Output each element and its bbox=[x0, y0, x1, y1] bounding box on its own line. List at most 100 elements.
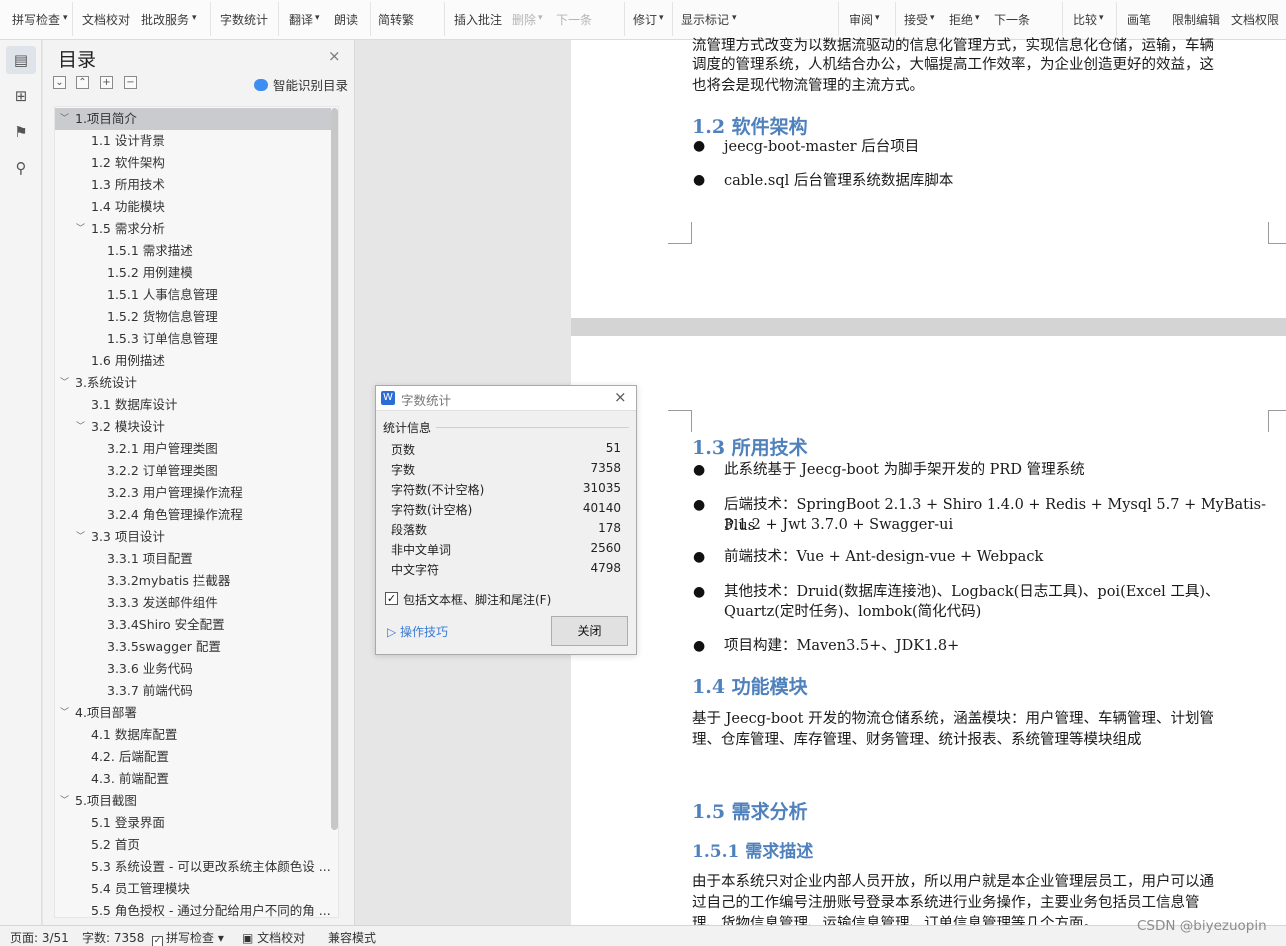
toc-item[interactable]: 4.3. 前端配置 bbox=[55, 768, 331, 790]
bookmark-icon[interactable]: ⚑ bbox=[6, 118, 36, 146]
spell-check-label: 拼写检查 bbox=[166, 931, 215, 945]
crop-mark bbox=[668, 222, 692, 244]
chevron-down-icon[interactable]: ﹀ bbox=[76, 416, 85, 438]
chevron-down-icon[interactable]: ﹀ bbox=[76, 526, 85, 548]
stat-value: 2560 bbox=[590, 541, 621, 555]
include-textbox-checkbox[interactable]: ✓ bbox=[385, 592, 398, 605]
chevron-down-icon[interactable]: ﹀ bbox=[76, 218, 85, 240]
checkbox-icon: ✓ bbox=[152, 936, 163, 946]
close-button[interactable]: 关闭 bbox=[551, 616, 628, 646]
toc-item-label: 1.5.3 订单信息管理 bbox=[107, 331, 218, 346]
toc-item[interactable]: 3.3.4Shiro 安全配置 bbox=[55, 614, 331, 636]
toc-item[interactable]: 3.3.2mybatis 拦截器 bbox=[55, 570, 331, 592]
toc-item[interactable]: 5.2 首页 bbox=[55, 834, 331, 856]
toolbar-separator bbox=[72, 2, 73, 36]
remove-heading-icon[interactable]: − bbox=[124, 76, 137, 89]
toc-item[interactable]: ﹀ 1.项目简介 bbox=[55, 108, 331, 130]
chevron-down-icon: ▾ bbox=[732, 13, 737, 23]
tips-link[interactable]: ▷ 操作技巧 bbox=[387, 623, 448, 640]
stat-row: 中文字符 4798 bbox=[391, 559, 621, 579]
toc-item[interactable]: 1.5.1 需求描述 bbox=[55, 240, 331, 262]
toc-item[interactable]: 1.5.3 订单信息管理 bbox=[55, 328, 331, 350]
toc-item[interactable]: 4.1 数据库配置 bbox=[55, 724, 331, 746]
toc-item[interactable]: ﹀ 3.3 项目设计 bbox=[55, 526, 331, 548]
toc-item[interactable]: 1.5.2 用例建模 bbox=[55, 262, 331, 284]
toc-item[interactable]: 3.2.4 角色管理操作流程 bbox=[55, 504, 331, 526]
chevron-down-icon[interactable]: ﹀ bbox=[60, 372, 69, 394]
toolbar-button-label: 插入批注 bbox=[454, 13, 503, 27]
toolbar-button-label: 文档校对 bbox=[82, 13, 131, 27]
heading-1-5-1: 1.5.1 需求描述 bbox=[692, 842, 814, 862]
toc-item[interactable]: 5.5 角色授权 - 通过分配给用户不同的角 ... bbox=[55, 900, 331, 917]
close-icon[interactable]: × bbox=[328, 47, 341, 65]
word-count-indicator[interactable]: 字数: 7358 bbox=[82, 929, 144, 946]
search-icon[interactable]: ⚲ bbox=[6, 154, 36, 182]
toolbar-separator bbox=[1062, 2, 1063, 36]
toc-item-label: 3.3.2mybatis 拦截器 bbox=[107, 573, 231, 588]
spell-check-toggle[interactable]: ✓ 拼写检查 ▾ bbox=[152, 929, 224, 946]
proofread-button[interactable]: ▣ 文档校对 bbox=[242, 929, 305, 946]
review-toolbar: 拼写检查 ▾ 文档校对 批改服务 ▾ 字数统计 翻译 ▾ 朗读 简转繁 插入批注 删除 ▾ 下一条 修订 ▾ 显… bbox=[0, 0, 1286, 40]
expand-all-icon[interactable]: ⌃ bbox=[76, 76, 89, 89]
page-indicator[interactable]: 页面: 3/51 bbox=[10, 929, 69, 946]
collapse-all-icon[interactable]: ⌄ bbox=[53, 76, 66, 89]
toc-item-label: 1.5.2 货物信息管理 bbox=[107, 309, 218, 324]
paragraph-line: 也将会是现代物流管理的主流方式。 bbox=[692, 78, 924, 94]
toc-item[interactable]: 1.5.1 人事信息管理 bbox=[55, 284, 331, 306]
chevron-down-icon[interactable]: ﹀ bbox=[60, 108, 69, 130]
paragraph-line: 基于 Jeecg-boot 开发的物流仓储系统，涵盖模块：用户管理、车辆管理、计… bbox=[692, 711, 1215, 727]
toc-item[interactable]: 1.6 用例描述 bbox=[55, 350, 331, 372]
toc-item-label: 1.1 设计背景 bbox=[91, 133, 165, 148]
toolbar-button-label: 限制编辑 bbox=[1172, 13, 1221, 27]
include-textbox-label[interactable]: 包括文本框、脚注和尾注(F) bbox=[403, 591, 551, 608]
wps-writer-icon: W bbox=[381, 391, 395, 405]
toc-item[interactable]: 3.3.6 业务代码 bbox=[55, 658, 331, 680]
toc-item[interactable]: ﹀ 1.5 需求分析 bbox=[55, 218, 331, 240]
toc-item[interactable]: 5.3 系统设置 - 可以更改系统主体颜色设 ... bbox=[55, 856, 331, 878]
add-heading-icon[interactable]: + bbox=[100, 76, 113, 89]
toolbar-button-label: 简转繁 bbox=[378, 13, 415, 27]
chevron-down-icon[interactable]: ﹀ bbox=[60, 702, 69, 724]
chevron-down-icon[interactable]: ﹀ bbox=[60, 790, 69, 812]
toc-item[interactable]: 3.3.7 前端代码 bbox=[55, 680, 331, 702]
toc-item-label: 1.4 功能模块 bbox=[91, 199, 165, 214]
robot-icon bbox=[254, 79, 268, 91]
toc-item-label: 1.项目简介 bbox=[75, 111, 137, 126]
toc-item[interactable]: 4.2. 后端配置 bbox=[55, 746, 331, 768]
toc-item[interactable]: 3.1 数据库设计 bbox=[55, 394, 331, 416]
toolbar-separator bbox=[672, 2, 673, 36]
toc-item[interactable]: ﹀ 3.系统设计 bbox=[55, 372, 331, 394]
toc-item[interactable]: 1.1 设计背景 bbox=[55, 130, 331, 152]
toc-item[interactable]: 3.3.5swagger 配置 bbox=[55, 636, 331, 658]
toc-item[interactable]: 1.2 软件架构 bbox=[55, 152, 331, 174]
toc-item[interactable]: 3.2.2 订单管理类图 bbox=[55, 460, 331, 482]
dialog-titlebar[interactable]: W 字数统计 × bbox=[376, 386, 636, 411]
close-icon[interactable]: × bbox=[614, 388, 627, 406]
toc-item[interactable]: 3.2.3 用户管理操作流程 bbox=[55, 482, 331, 504]
toc-item[interactable]: 1.4 功能模块 bbox=[55, 196, 331, 218]
paragraph-line: 调度的管理系统，人机结合办公，大幅提高工作效率，为企业创造更好的效益，这 bbox=[692, 57, 1214, 73]
toc-scrollbar[interactable] bbox=[331, 108, 338, 830]
toc-item[interactable]: 1.3 所用技术 bbox=[55, 174, 331, 196]
smart-toc-button[interactable]: 智能识别目录 bbox=[254, 75, 348, 94]
toc-item[interactable]: 3.3.3 发送邮件组件 bbox=[55, 592, 331, 614]
toc-item[interactable]: 5.4 员工管理模块 bbox=[55, 878, 331, 900]
bullet-text: 此系统基于 Jeecg-boot 为脚手架开发的 PRD 管理系统 bbox=[724, 462, 1085, 478]
toc-item-label: 3.3.1 项目配置 bbox=[107, 551, 193, 566]
toc-item[interactable]: ﹀ 4.项目部署 bbox=[55, 702, 331, 724]
toc-item[interactable]: 1.5.2 货物信息管理 bbox=[55, 306, 331, 328]
section-nav-icon[interactable]: ⊞ bbox=[6, 82, 36, 110]
toc-item[interactable]: 5.1 登录界面 bbox=[55, 812, 331, 834]
chevron-down-icon: ▾ bbox=[1099, 13, 1104, 23]
toolbar-button-label: 拼写检查 bbox=[12, 13, 61, 27]
toc-item[interactable]: ﹀ 5.项目截图 bbox=[55, 790, 331, 812]
toolbar-separator bbox=[1116, 2, 1117, 36]
toc-item[interactable]: 3.2.1 用户管理类图 bbox=[55, 438, 331, 460]
bullet-icon: ● bbox=[693, 549, 706, 565]
toc-item[interactable]: ﹀ 3.2 模块设计 bbox=[55, 416, 331, 438]
outline-icon[interactable]: ▤ bbox=[6, 46, 36, 74]
paragraph-line: 理、货物信息管理、运输信息管理、订单信息管理等几个方面。 bbox=[692, 916, 1098, 925]
heading-1-4: 1.4 功能模块 bbox=[692, 676, 808, 698]
toc-panel: 目录 × ⌄ ⌃ + − 智能识别目录 ﹀ 1.项目简介 1.1 设计背景 1.2 软… bbox=[43, 40, 355, 925]
toc-item[interactable]: 3.3.1 项目配置 bbox=[55, 548, 331, 570]
